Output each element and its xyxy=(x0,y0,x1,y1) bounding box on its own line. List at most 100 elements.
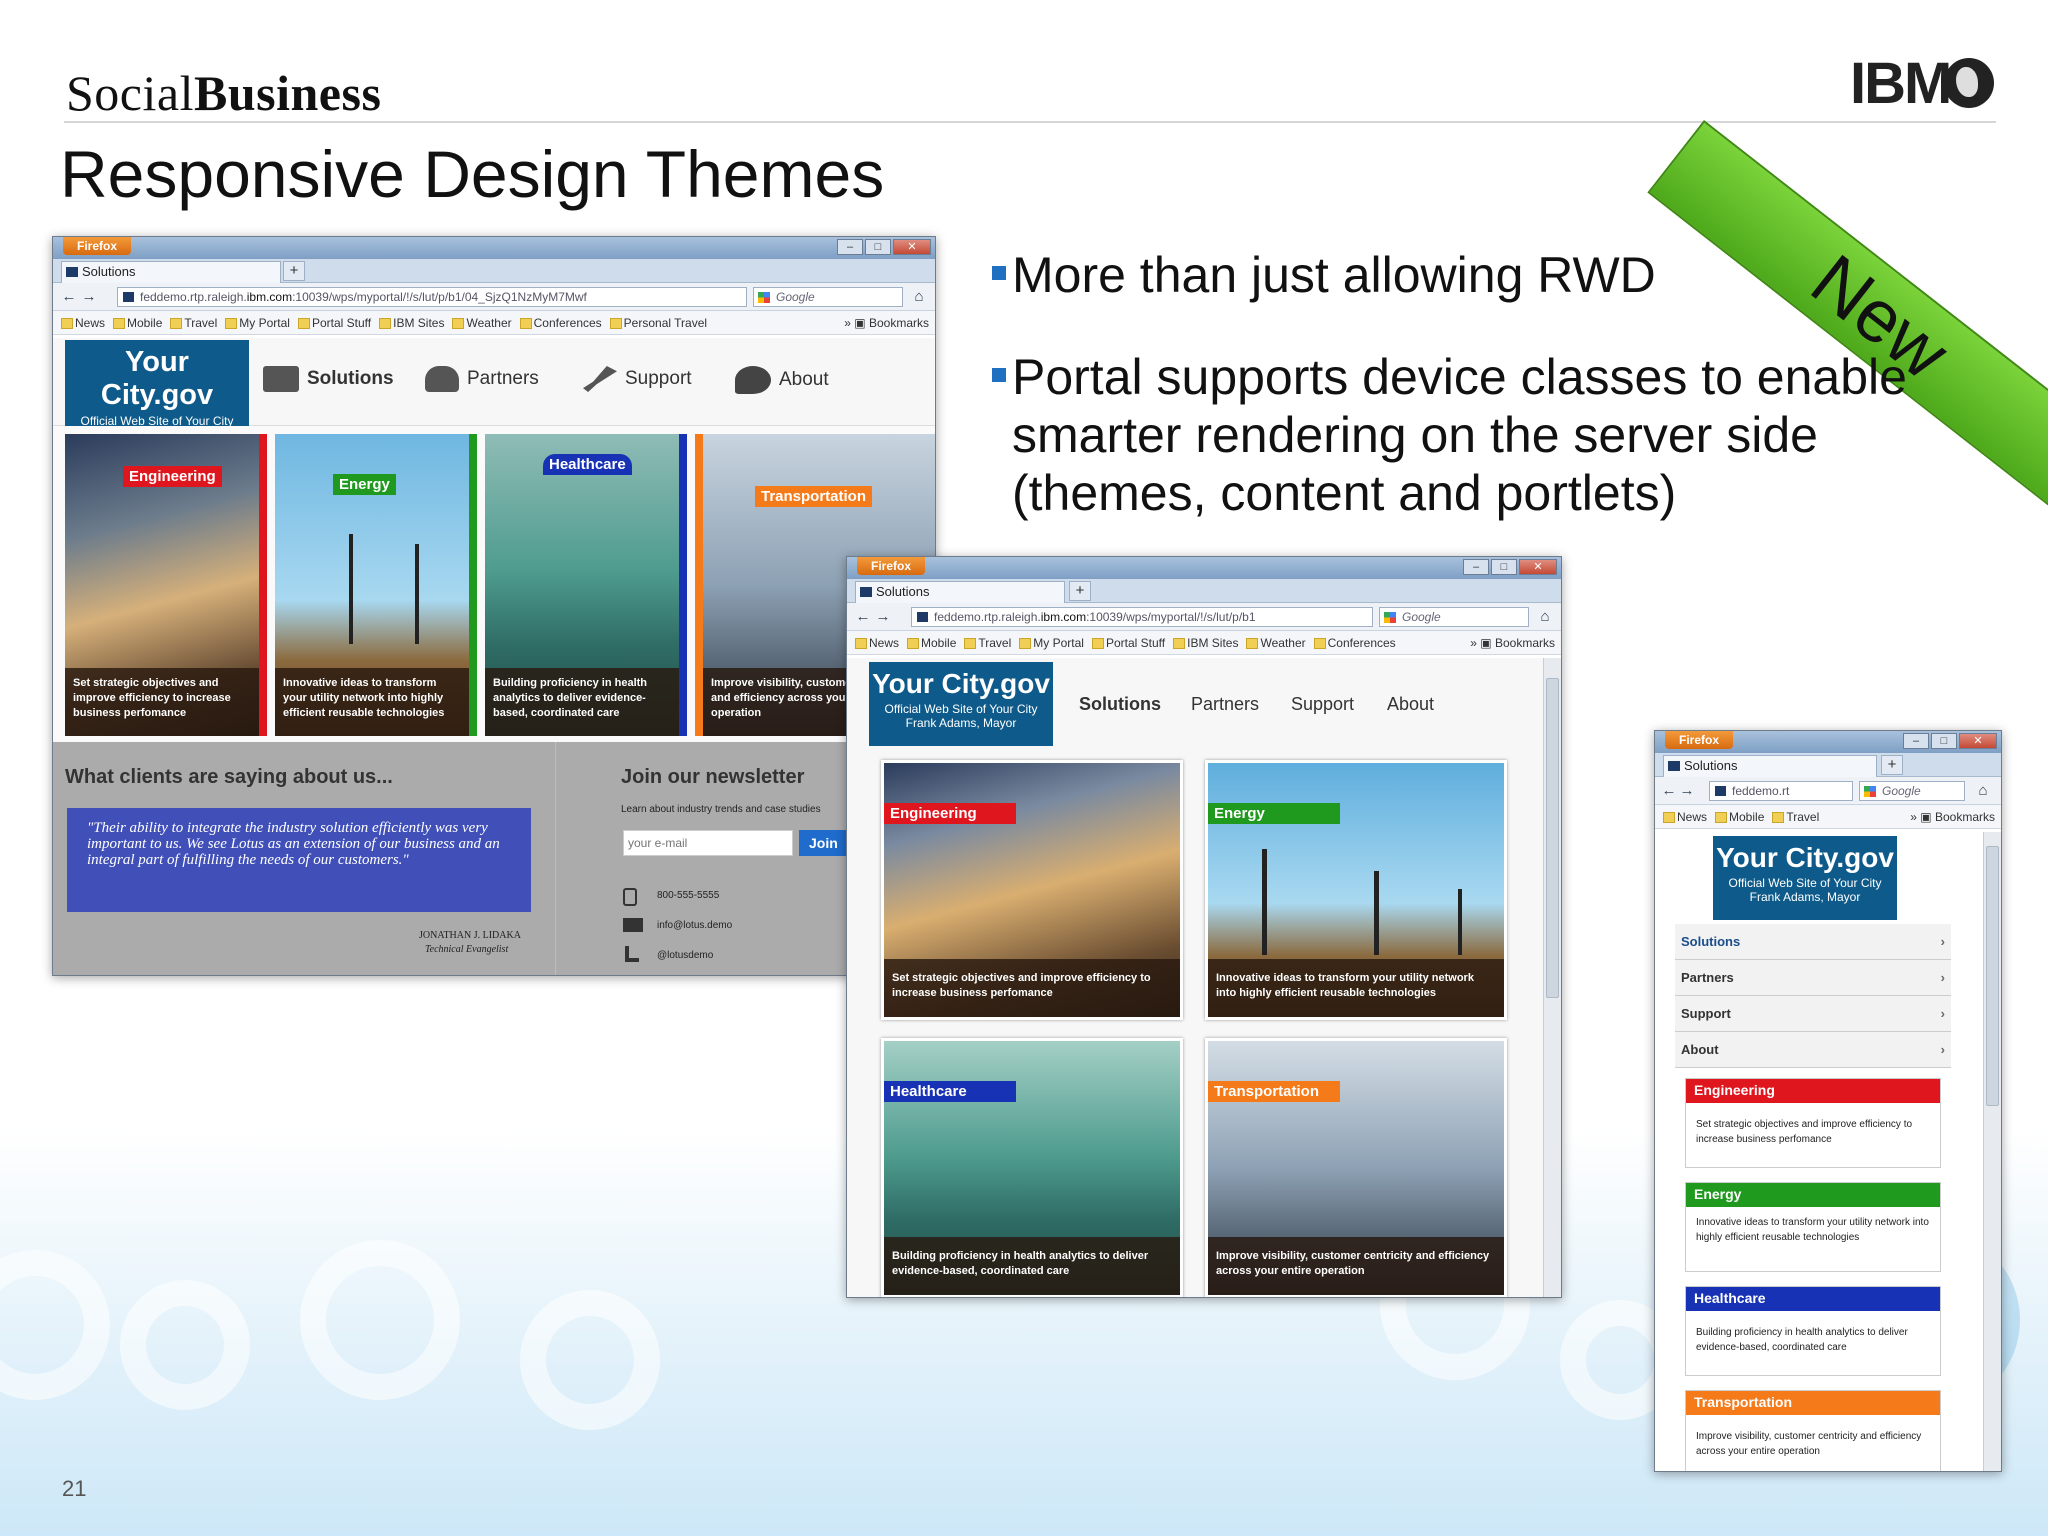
minimize-button[interactable]: – xyxy=(1463,559,1489,575)
card-transportation[interactable]: Transportation Improve visibility, custo… xyxy=(1685,1390,1941,1471)
logo-sub: Official Web Site of Your City xyxy=(1728,876,1882,890)
card-energy[interactable]: Energy Innovative ideas to transform you… xyxy=(1685,1182,1941,1272)
bookmark-item[interactable]: Mobile xyxy=(113,311,162,334)
firefox-menu-button[interactable]: Firefox xyxy=(1665,731,1734,749)
bookmark-item[interactable]: IBM Sites xyxy=(379,311,444,334)
bookmarks-menu[interactable]: » ▣ Bookmarks xyxy=(838,311,929,334)
bookmark-item[interactable]: Travel xyxy=(964,631,1011,654)
back-icon[interactable]: ← xyxy=(853,607,873,627)
bookmark-item[interactable]: Travel xyxy=(1772,805,1819,828)
logo-sub: Official Web Site of Your City xyxy=(884,702,1038,716)
close-button[interactable]: ✕ xyxy=(1519,559,1557,575)
nav-support[interactable]: Support xyxy=(1291,694,1354,715)
url-bar[interactable]: feddemo.rt xyxy=(1709,781,1853,801)
bookmark-item[interactable]: Mobile xyxy=(907,631,956,654)
bookmark-item[interactable]: Conferences xyxy=(519,311,602,334)
home-icon[interactable]: ⌂ xyxy=(1973,781,1993,801)
forward-icon[interactable]: → xyxy=(1677,781,1697,801)
bookmarks-menu[interactable]: » ▣ Bookmarks xyxy=(1464,631,1555,654)
home-icon[interactable]: ⌂ xyxy=(1535,607,1555,627)
bookmark-item[interactable]: Conferences xyxy=(1313,631,1396,654)
forward-icon[interactable]: → xyxy=(79,287,99,307)
panel-engineering[interactable]: Engineering Set strategic objectives and… xyxy=(65,434,267,736)
tab-solutions[interactable]: Solutions xyxy=(855,581,1065,603)
url-bar[interactable]: feddemo.rtp.raleigh.ibm.com:10039/wps/my… xyxy=(911,607,1373,627)
vertical-scrollbar[interactable] xyxy=(1543,658,1561,1297)
nav-about[interactable]: About xyxy=(1387,694,1434,715)
site-logo[interactable]: Your City.gov Official Web Site of Your … xyxy=(1713,836,1897,920)
nav-solutions[interactable]: Solutions xyxy=(1079,694,1161,715)
url-bar[interactable]: feddemo.rtp.raleigh.ibm.com:10039/wps/my… xyxy=(117,287,747,307)
menu-solutions[interactable]: Solutions › xyxy=(1675,924,1951,960)
bookmark-item[interactable]: Personal Travel xyxy=(609,311,707,334)
bookmark-item[interactable]: My Portal xyxy=(225,311,290,334)
home-icon[interactable]: ⌂ xyxy=(909,287,929,307)
bookmark-item[interactable]: Weather xyxy=(1246,631,1306,654)
tab-solutions[interactable]: Solutions xyxy=(61,261,281,283)
panel-energy[interactable]: Energy Innovative ideas to transform you… xyxy=(275,434,477,736)
bookmark-item[interactable]: News xyxy=(61,311,105,334)
close-button[interactable]: ✕ xyxy=(893,239,931,255)
menu-support[interactable]: Support › xyxy=(1675,996,1951,1032)
chevron-right-icon: › xyxy=(1940,970,1945,985)
panel-transportation[interactable]: Transportation Improve visibility, custo… xyxy=(1205,1038,1507,1297)
search-box[interactable]: Google xyxy=(753,287,903,307)
bookmarks-menu[interactable]: » ▣ Bookmarks xyxy=(1904,805,1995,828)
close-button[interactable]: ✕ xyxy=(1959,733,1997,749)
minimize-button[interactable]: – xyxy=(1903,733,1929,749)
bookmark-item[interactable]: Travel xyxy=(170,311,217,334)
card-engineering[interactable]: Engineering Set strategic objectives and… xyxy=(1685,1078,1941,1168)
nav-solutions[interactable]: Solutions xyxy=(263,366,394,392)
nav-about[interactable]: About xyxy=(735,366,829,394)
panel-engineering[interactable]: Engineering Set strategic objectives and… xyxy=(881,760,1183,1020)
bookmark-item[interactable]: Portal Stuff xyxy=(1091,631,1165,654)
desktop-page: Your City.gov Official Web Site of Your … xyxy=(53,338,935,975)
panel-energy[interactable]: Energy Innovative ideas to transform you… xyxy=(1205,760,1507,1020)
phone-icon xyxy=(623,888,637,906)
vertical-scrollbar[interactable] xyxy=(1983,832,2001,1471)
bookmark-item[interactable]: News xyxy=(855,631,899,654)
bookmark-item[interactable]: Weather xyxy=(452,311,512,334)
bookmark-item[interactable]: Mobile xyxy=(1715,805,1764,828)
firefox-menu-button[interactable]: Firefox xyxy=(63,237,132,255)
email-input[interactable] xyxy=(623,830,793,856)
panel-tag: Healthcare xyxy=(543,454,632,475)
search-box[interactable]: Google xyxy=(1379,607,1529,627)
tablet-page: Your City.gov Official Web Site of Your … xyxy=(847,658,1543,1297)
nav-partners[interactable]: Partners xyxy=(1191,694,1259,715)
maximize-button[interactable]: □ xyxy=(865,239,891,255)
brand-bold: Business xyxy=(193,65,382,121)
firefox-menu-button[interactable]: Firefox xyxy=(857,557,926,575)
nav-partners[interactable]: Partners xyxy=(425,366,539,392)
menu-about[interactable]: About › xyxy=(1675,1032,1951,1068)
bookmark-item[interactable]: My Portal xyxy=(1019,631,1084,654)
forward-icon[interactable]: → xyxy=(873,607,893,627)
site-logo[interactable]: Your City.gov Official Web Site of Your … xyxy=(869,662,1053,746)
contact-email[interactable]: info@lotus.demo xyxy=(657,920,732,931)
tab-solutions[interactable]: Solutions xyxy=(1663,755,1877,777)
new-tab-button[interactable]: + xyxy=(1069,581,1091,601)
nav-support[interactable]: Support xyxy=(583,366,692,392)
panel-healthcare[interactable]: Healthcare Building proficiency in healt… xyxy=(485,434,687,736)
newsletter-text: Learn about industry trends and case stu… xyxy=(621,804,821,815)
back-icon[interactable]: ← xyxy=(1659,781,1679,801)
bookmark-item[interactable]: IBM Sites xyxy=(1173,631,1238,654)
minimize-button[interactable]: – xyxy=(837,239,863,255)
navigation-bar: ← → feddemo.rtp.raleigh.ibm.com:10039/wp… xyxy=(847,603,1561,631)
nav-label: About xyxy=(779,369,829,391)
panel-caption: Building proficiency in health analytics… xyxy=(884,1237,1180,1295)
menu-partners[interactable]: Partners › xyxy=(1675,960,1951,996)
bookmark-item[interactable]: Portal Stuff xyxy=(297,311,371,334)
back-icon[interactable]: ← xyxy=(59,287,79,307)
search-box[interactable]: Google xyxy=(1859,781,1965,801)
bookmark-item[interactable]: News xyxy=(1663,805,1707,828)
new-tab-button[interactable]: + xyxy=(1881,755,1903,775)
site-logo[interactable]: Your City.gov Official Web Site of Your … xyxy=(65,340,249,442)
panel-healthcare[interactable]: Healthcare Building proficiency in healt… xyxy=(881,1038,1183,1297)
card-healthcare[interactable]: Healthcare Building proficiency in healt… xyxy=(1685,1286,1941,1376)
new-tab-button[interactable]: + xyxy=(283,261,305,281)
maximize-button[interactable]: □ xyxy=(1931,733,1957,749)
maximize-button[interactable]: □ xyxy=(1491,559,1517,575)
contact-twitter[interactable]: @lotusdemo xyxy=(657,950,713,961)
logo-mayor: Frank Adams, Mayor xyxy=(905,716,1017,730)
